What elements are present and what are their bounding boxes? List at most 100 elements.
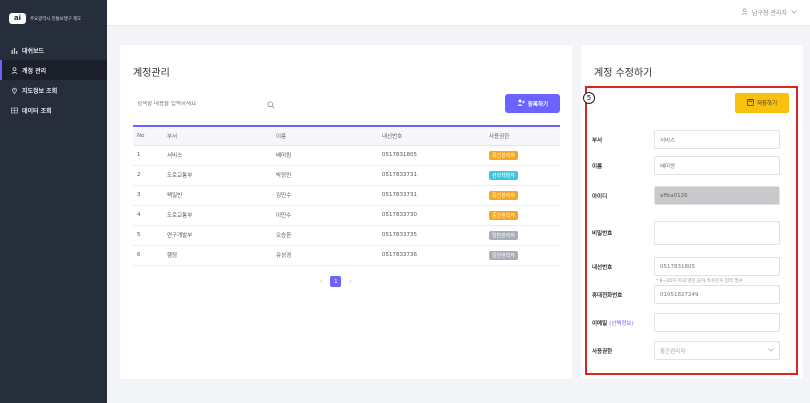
pagination: ‹ 1 › [320,276,352,287]
bar-chart-icon [11,47,18,54]
ext-field[interactable]: 0517831805 [654,257,780,276]
column-header-no[interactable]: No [133,125,167,146]
table-icon [11,107,18,114]
cell-role: 중간관리자 [489,205,560,226]
chevron-down-icon [791,9,797,16]
prev-page-button[interactable]: ‹ [320,278,322,285]
search-input[interactable] [137,100,257,107]
form-title: 계정 수정하기 [594,68,653,79]
cell-ext: 0517833735 [382,225,489,246]
table-row[interactable]: 3 팩일빈 김민수 0517833731 중간관리자 [133,185,560,206]
column-header-role[interactable]: 사용권한 [489,125,560,146]
role-select[interactable]: 중간관리자 [654,341,780,360]
password-label: 비밀번호 [592,231,613,237]
cell-ext: 0517833730 [382,205,489,226]
cell-dept: 연구개발부 [167,225,276,246]
email-field[interactable] [654,313,780,332]
mobile-field[interactable]: 01051827249 [654,285,780,304]
cell-name: 이민수 [276,205,382,226]
sidebar-nav: 대쉬보드 계정 관리 지도정보 조회 데이터 조회 [0,40,107,120]
table-header-row: No 부서 이름 내선번호 사용권한 [133,125,560,146]
mobile-label: 휴대전화번호 [592,292,623,299]
page-number-button[interactable]: 1 [330,276,342,287]
cell-role: 일반관리자 [489,245,560,266]
dept-row: 부서 서비스 [592,130,788,149]
role-select-value: 중간관리자 [660,348,686,355]
password-row: 비밀번호 [592,221,788,245]
table-row[interactable]: 2 도로교통부 박정민 0517833731 관리책임자 [133,165,560,186]
next-page-button[interactable]: › [349,278,351,285]
table-row[interactable]: 5 연구개발부 오승환 0517833735 일반관리자 [133,225,560,246]
user-icon [741,8,748,17]
sidebar: ai 주요광역시 전통보행구 제도 대쉬보드 계정 관리 지도정보 조회 데이터… [0,0,107,403]
column-header-name[interactable]: 이름 [276,125,382,146]
sidebar-item-account[interactable]: 계정 관리 [0,60,107,80]
save-icon [747,98,754,108]
ext-row: 내선번호 0517831805 [592,257,788,276]
cell-role: 일반관리자 [489,225,560,246]
add-user-icon [517,99,525,108]
role-badge: 중간관리자 [489,150,519,160]
user-menu[interactable]: 남구청 관리자 [741,8,797,17]
cell-name: 오승환 [276,225,382,246]
role-row: 사용권한 중간관리자 [592,341,788,360]
search-bar [133,97,279,110]
role-badge: 중간관리자 [489,190,519,200]
dept-field[interactable]: 서비스 [654,130,780,149]
column-header-dept[interactable]: 부서 [167,125,276,146]
id-label: 아이디 [592,193,608,200]
column-header-ext[interactable]: 내선번호 [382,125,489,146]
email-label: 이메일 (선택정보) [592,319,654,327]
sidebar-item-label: 지도정보 조회 [22,87,58,95]
cell-role: 중간관리자 [489,185,560,206]
logo-text: 주요광역시 전통보행구 제도 [30,16,82,22]
sidebar-item-label: 대쉬보드 [22,47,45,55]
ext-label: 내선번호 [592,264,613,271]
save-button-label: 저장하기 [756,101,778,107]
cell-ext: 0517831805 [382,145,489,166]
table-row[interactable]: 6 행정 유성경 0517833736 일반관리자 [133,245,560,266]
cell-no: 1 [133,145,167,166]
role-badge: 일반관리자 [489,250,519,260]
map-pin-icon [11,87,18,94]
name-field[interactable]: 배미랑 [654,156,780,175]
cell-name: 김민수 [276,185,382,206]
role-label: 사용권한 [592,348,613,355]
role-badge: 관리책임자 [489,170,519,180]
cell-no: 3 [133,185,167,206]
id-field: affka0126 [654,186,780,205]
save-button[interactable]: 저장하기 [735,93,789,113]
cell-ext: 0517833731 [382,185,489,206]
cell-dept: 서비스 [167,145,276,166]
sidebar-item-map[interactable]: 지도정보 조회 [0,80,107,100]
account-edit-card: 계정 수정하기 5 저장하기 부서 서비스 이름 배미랑 아이디 affka01… [581,45,803,379]
sidebar-item-label: 계정 관리 [22,67,47,75]
dept-label: 부서 [592,137,603,144]
cell-ext: 0517833736 [382,245,489,266]
password-field[interactable] [654,221,780,245]
sidebar-item-data[interactable]: 데이터 조회 [0,100,107,120]
cell-dept: 도로교통부 [167,165,276,186]
cell-name: 배미림 [276,145,382,166]
table-row[interactable]: 1 서비스 배미림 0517831805 중간관리자 [133,145,560,166]
email-label-text: 이메일 [592,320,608,327]
sidebar-item-dashboard[interactable]: 대쉬보드 [0,40,107,60]
user-name: 남구청 관리자 [751,10,787,17]
page-title: 계정관리 [133,68,170,79]
register-button[interactable]: 등록하기 [505,94,560,113]
cell-no: 5 [133,225,167,246]
cell-ext: 0517833731 [382,165,489,186]
cell-name: 유성경 [276,245,382,266]
table-row[interactable]: 4 도로교통부 이민수 0517833730 중간관리자 [133,205,560,226]
role-badge: 일반관리자 [489,230,519,240]
role-badge: 중간관리자 [489,210,519,220]
search-icon[interactable] [267,94,275,113]
cell-dept: 행정 [167,245,276,266]
app-logo[interactable]: ai 주요광역시 전통보행구 제도 [9,13,81,24]
cell-role: 관리책임자 [489,165,560,186]
logo-mark: ai [9,13,26,24]
cell-no: 2 [133,165,167,186]
email-row: 이메일 (선택정보) [592,313,788,332]
step-marker: 5 [583,92,595,104]
cell-role: 중간관리자 [489,145,560,166]
